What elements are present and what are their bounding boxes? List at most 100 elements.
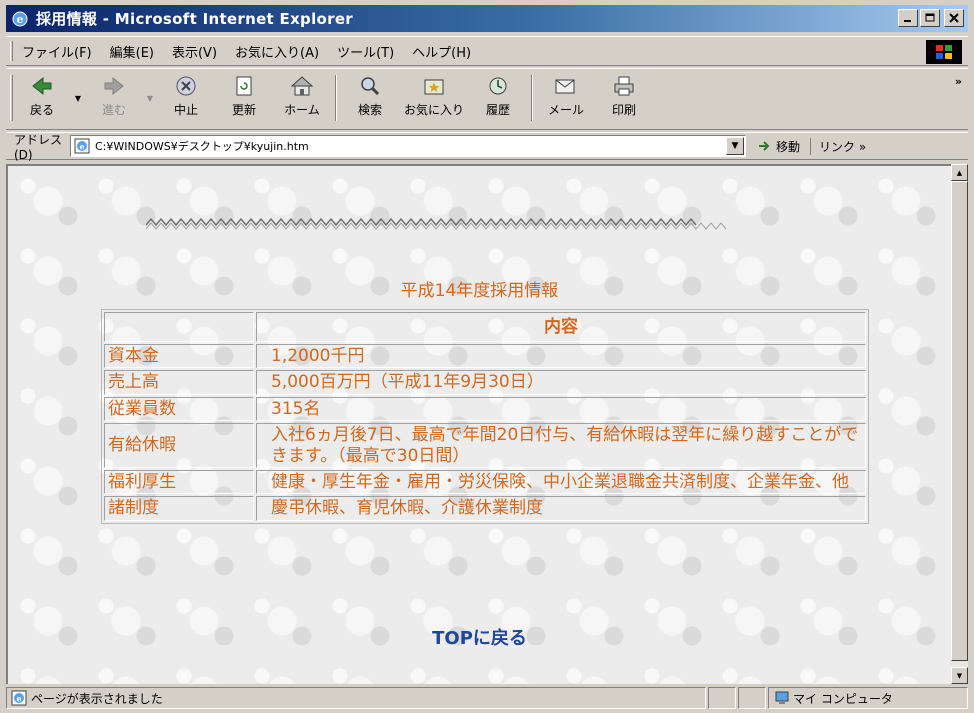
page-icon: e [74, 138, 90, 154]
address-input[interactable]: e C:¥WINDOWS¥デスクトップ¥kyujin.htm ▼ [70, 135, 746, 157]
status-cell [738, 687, 766, 709]
menu-bar: ファイル(F) 編集(E) 表示(V) お気に入り(A) ツール(T) ヘルプ(… [6, 36, 968, 66]
forward-arrow-icon [104, 76, 124, 96]
svg-text:e: e [17, 13, 24, 26]
svg-text:e: e [79, 142, 84, 152]
recruitment-table: 内容 資本金 1,2000千円 売上高 5,000百万円（平成11年9月30日）… [101, 309, 869, 524]
menu-favorites[interactable]: お気に入り(A) [226, 42, 328, 61]
table-row: 売上高 5,000百万円（平成11年9月30日） [104, 370, 866, 395]
address-bar: アドレス(D) e C:¥WINDOWS¥デスクトップ¥kyujin.htm ▼… [6, 132, 968, 162]
mail-button[interactable]: メール [537, 69, 595, 127]
toolbar-separator [335, 75, 337, 121]
favorites-label: お気に入り [403, 103, 464, 117]
maximize-icon[interactable] [920, 9, 940, 27]
go-arrow-icon [759, 141, 770, 151]
go-label: 移動 [776, 139, 801, 154]
page-done-icon: e [11, 690, 27, 706]
home-icon [290, 76, 314, 96]
table-header-row: 内容 [104, 312, 866, 342]
mail-label: メール [547, 103, 584, 117]
address-label: アドレス(D) [14, 132, 63, 162]
zone-text: マイ コンピュータ [793, 691, 893, 706]
menu-view[interactable]: 表示(V) [163, 42, 226, 61]
ie-logo-icon: e [10, 9, 30, 29]
page-content: 平成14年度採用情報 内容 資本金 1,2000千円 売上高 5,000百万円（… [6, 164, 951, 684]
wave-divider [146, 217, 727, 230]
menu-file[interactable]: ファイル(F) [13, 42, 101, 61]
table-row: 従業員数 315名 [104, 396, 866, 422]
history-button[interactable]: 履歴 [469, 69, 527, 127]
table-row: 諸制度 慶弔休暇、育児休暇、介護休業制度 [104, 496, 866, 521]
standard-toolbar: 戻る ▼ 進む ▼ 中止 更新 ホーム 検索 お気に入り 履歴 メール 印刷 » [6, 68, 968, 130]
windows-logo-icon [926, 40, 962, 64]
forward-button[interactable]: 進む [85, 69, 143, 127]
back-dropdown-icon[interactable]: ▼ [71, 69, 85, 127]
search-icon [361, 77, 380, 96]
svg-text:e: e [16, 694, 21, 704]
row-value-welfare: 健康・厚生年金・雇用・労災保険、中小企業退職金共済制度、企業年金、他 [256, 469, 866, 495]
stop-button[interactable]: 中止 [157, 69, 215, 127]
home-label: ホーム [284, 103, 320, 117]
row-item-employees: 従業員数 [104, 396, 254, 422]
header-item-cell [104, 312, 254, 342]
security-zone: マイ コンピュータ [768, 687, 968, 709]
back-label: 戻る [29, 103, 54, 117]
header-content-cell: 内容 [256, 312, 866, 342]
refresh-label: 更新 [231, 103, 256, 117]
row-value-sales: 5,000百万円（平成11年9月30日） [256, 370, 866, 395]
scroll-thumb[interactable] [951, 181, 968, 661]
back-button[interactable]: 戻る [13, 69, 71, 127]
close-icon[interactable] [944, 9, 964, 27]
row-item-welfare: 福利厚生 [104, 469, 254, 495]
top-link[interactable]: TOPに戻る [8, 624, 951, 650]
row-item-capital: 資本金 [104, 344, 254, 369]
print-button[interactable]: 印刷 [595, 69, 653, 127]
search-label: 検索 [357, 103, 382, 117]
links-button[interactable]: リンク » [810, 137, 866, 155]
status-bar: e ページが表示されました マイ コンピュータ [6, 686, 968, 710]
row-item-systems: 諸制度 [104, 496, 254, 521]
mail-icon [555, 79, 575, 94]
address-dropdown-icon[interactable]: ▼ [726, 137, 744, 155]
status-text: ページが表示されました [31, 691, 163, 706]
minimize-icon[interactable] [898, 9, 918, 27]
scroll-down-icon[interactable]: ▼ [951, 667, 968, 684]
forward-label: 進む [101, 103, 126, 117]
menu-tools[interactable]: ツール(T) [328, 42, 403, 61]
menu-help[interactable]: ヘルプ(H) [403, 42, 480, 61]
address-value: C:¥WINDOWS¥デスクトップ¥kyujin.htm [95, 140, 309, 153]
table-row: 資本金 1,2000千円 [104, 344, 866, 369]
menu-edit[interactable]: 編集(E) [101, 42, 163, 61]
refresh-button[interactable]: 更新 [215, 69, 273, 127]
print-icon [614, 76, 634, 96]
row-value-employees: 315名 [256, 396, 866, 422]
search-button[interactable]: 検索 [341, 69, 399, 127]
refresh-icon [236, 76, 252, 96]
table-row: 有給休暇 入社6ヵ月後7日、最高で年間20日付与、有給休暇は翌年に繰り越すことが… [104, 423, 866, 468]
browser-window: e 採用情報 - Microsoft Internet Explorer ファイ… [0, 0, 974, 713]
status-main-panel: e ページが表示されました [6, 687, 706, 709]
scroll-up-icon[interactable]: ▲ [951, 164, 968, 181]
row-value-paid-leave: 入社6ヵ月後7日、最高で年間20日付与、有給休暇は翌年に繰り越すことができます。… [256, 423, 866, 468]
title-bar[interactable]: e 採用情報 - Microsoft Internet Explorer [6, 5, 968, 32]
stop-label: 中止 [173, 103, 198, 117]
print-label: 印刷 [611, 103, 636, 117]
row-value-capital: 1,2000千円 [256, 344, 866, 369]
stop-icon [176, 76, 196, 96]
table-row: 福利厚生 健康・厚生年金・雇用・労災保険、中小企業退職金共済制度、企業年金、他 [104, 469, 866, 495]
go-button[interactable]: 移動 [756, 138, 800, 155]
row-item-sales: 売上高 [104, 370, 254, 395]
forward-dropdown-icon[interactable]: ▼ [143, 69, 157, 127]
vertical-scrollbar[interactable]: ▲ ▼ [951, 164, 968, 684]
toolbar-overflow-button[interactable]: » [955, 75, 962, 88]
page-heading: 平成14年度採用情報 [400, 281, 559, 301]
toolbar-separator-2 [531, 75, 533, 121]
row-value-systems: 慶弔休暇、育児休暇、介護休業制度 [256, 496, 866, 521]
history-label: 履歴 [485, 103, 510, 117]
status-cell [708, 687, 736, 709]
home-button[interactable]: ホーム [273, 69, 331, 127]
favorites-button[interactable]: お気に入り [399, 69, 469, 127]
window-title: 採用情報 - Microsoft Internet Explorer [36, 10, 354, 28]
history-icon [489, 77, 507, 95]
my-computer-icon [775, 691, 789, 704]
